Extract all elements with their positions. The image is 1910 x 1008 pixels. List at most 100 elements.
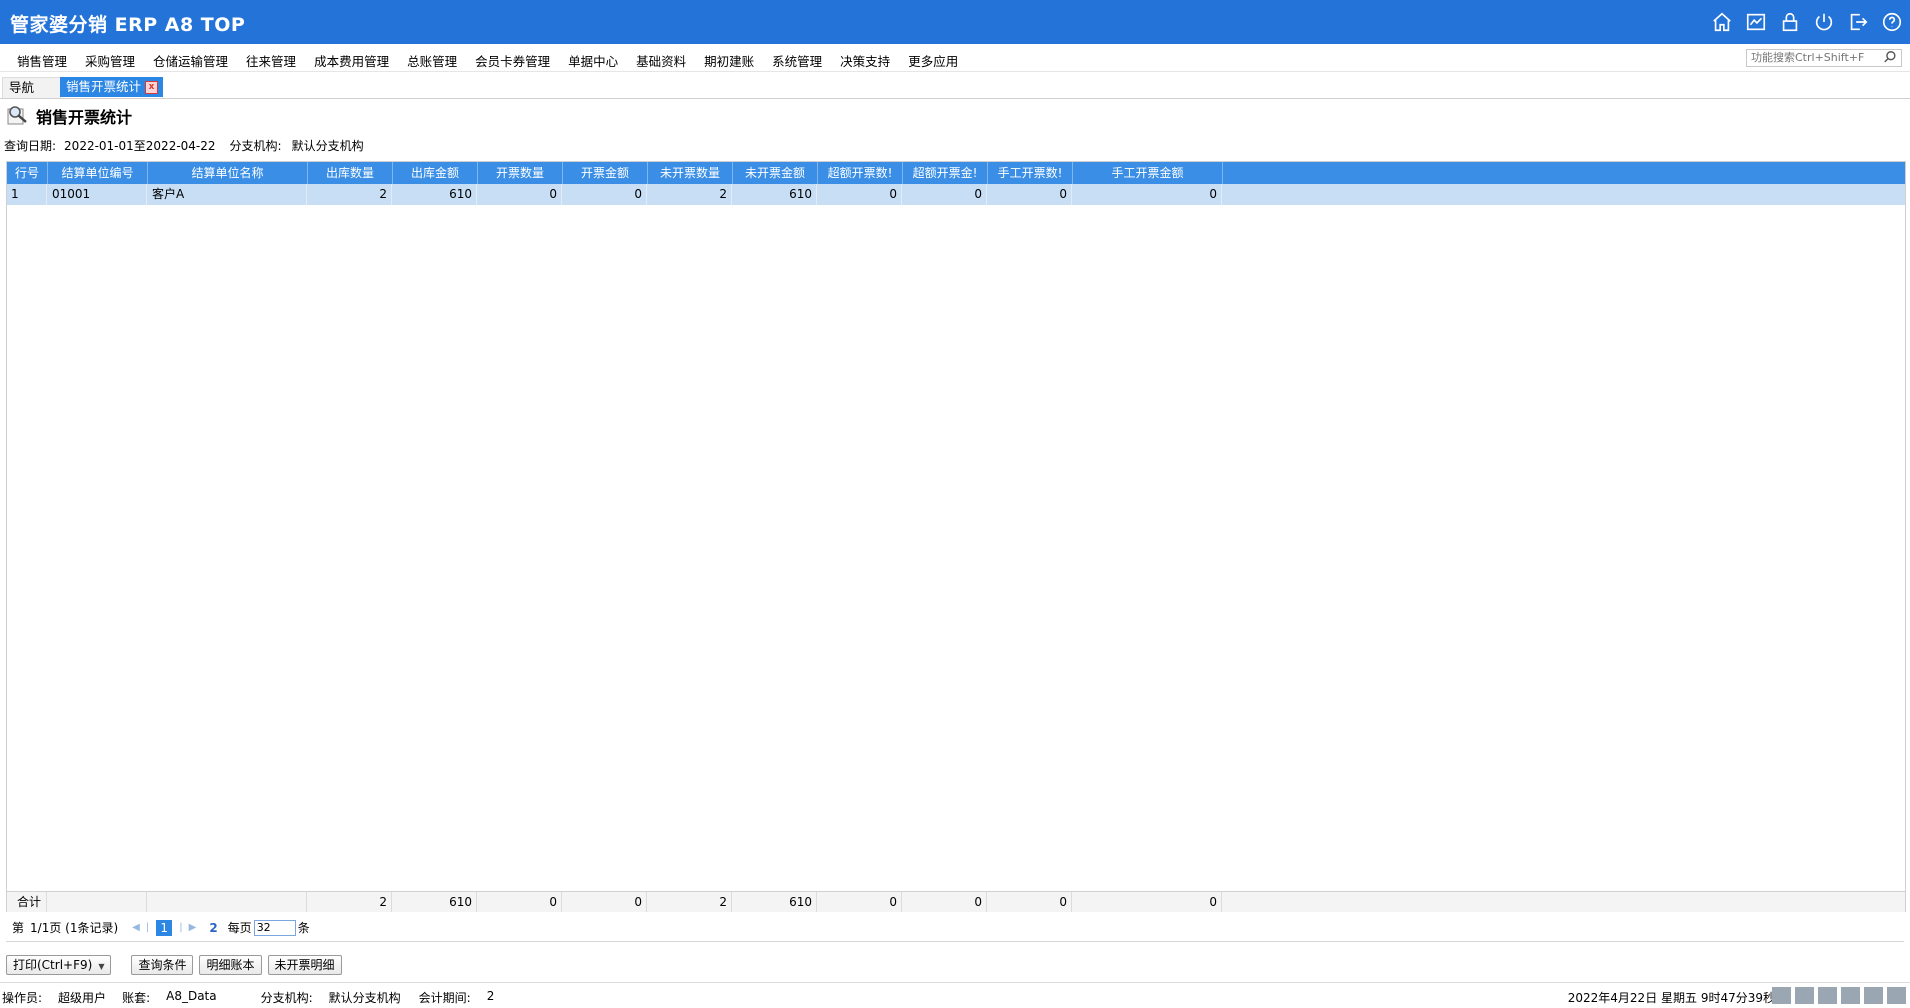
col-header-uninvoiced-amount[interactable]: 未开票金额 [733,162,818,184]
menu-documents[interactable]: 单据中心 [559,51,627,70]
grid-totals-row: 合计 2 610 0 0 2 610 0 0 0 0 [7,891,1905,912]
total-excess-amount: 0 [903,892,987,912]
menu-more[interactable]: 更多应用 [899,51,967,70]
total-out-qty: 2 [308,892,392,912]
query-summary: 查询日期: 2022-01-01至2022-04-22 分支机构: 默认分支机构 [4,137,364,154]
menu-system[interactable]: 系统管理 [763,51,831,70]
pager: 第 1/1页 (1条记录) ◀ | 1 | ▶ 2 每页 条 [6,911,1904,942]
datetime: 2022年4月22日 星期五 9时47分39秒 [1567,991,1775,1005]
menu-basic-data[interactable]: 基础资料 [627,51,695,70]
per-page-unit: 条 [297,921,310,935]
action-bar: 打印(Ctrl+F9) ▼ 查询条件 明细账本 未开票明细 [6,955,348,975]
col-header-row-no[interactable]: 行号 [7,162,48,184]
period-label: 会计期间: [418,991,471,1005]
menu-warehouse[interactable]: 仓储运输管理 [144,51,237,70]
tab-bar: 导航 销售开票统计 x [0,74,1910,99]
pager-separator: | [145,922,150,933]
cell-excess-qty: 0 [818,184,902,205]
total-invoice-qty: 0 [478,892,562,912]
grid-icon[interactable] [1841,987,1860,1004]
col-header-out-qty[interactable]: 出库数量 [308,162,393,184]
uninvoiced-detail-button[interactable]: 未开票明细 [267,955,342,975]
total-uninvoiced-amount: 610 [733,892,817,912]
close-icon[interactable]: x [145,81,159,94]
query-branch-label: 分支机构: [229,139,282,153]
main-menu-bar: 销售管理 采购管理 仓储运输管理 往来管理 成本费用管理 总账管理 会员卡券管理… [0,44,1910,72]
page-button-current[interactable]: 1 [156,919,173,936]
col-header-manual-qty[interactable]: 手工开票数! [988,162,1073,184]
query-branch-value: 默认分支机构 [291,139,364,153]
cell-unit-name: 客户A [148,184,307,205]
total-unit-code [48,892,147,912]
function-search-input[interactable] [1746,49,1902,67]
next-page-icon[interactable]: ▶ [189,922,197,933]
col-header-invoice-amount[interactable]: 开票金额 [563,162,648,184]
menu-ledger[interactable]: 总账管理 [398,51,466,70]
tab-label: 销售开票统计 [66,79,142,94]
search-icon[interactable] [1883,50,1899,66]
branch-label: 分支机构: [260,991,313,1005]
tab-sales-invoice-stats[interactable]: 销售开票统计 x [60,77,164,97]
total-manual-qty: 0 [988,892,1072,912]
cell-out-qty: 2 [308,184,392,205]
menu-sales[interactable]: 销售管理 [8,51,76,70]
menu-decision[interactable]: 决策支持 [831,51,899,70]
header-toolbar [1710,10,1904,34]
power-icon[interactable] [1812,10,1836,34]
cell-excess-amount: 0 [903,184,987,205]
total-label: 合计 [7,892,47,912]
account-label: 账套: [122,991,151,1005]
menu-accounts[interactable]: 往来管理 [237,51,305,70]
apps-icon[interactable] [1864,987,1883,1004]
menu-cost[interactable]: 成本费用管理 [305,51,398,70]
grid-header: 行号 结算单位编号 结算单位名称 出库数量 出库金额 开票数量 开票金额 未开票… [7,162,1905,184]
col-header-excess-amount[interactable]: 超额开票金! [903,162,988,184]
print-button-label: 打印(Ctrl+F9) [13,958,93,972]
chevron-down-icon[interactable]: ▼ [98,962,104,971]
total-uninvoiced-qty: 2 [648,892,732,912]
query-date-label: 查询日期: [4,139,57,153]
col-header-out-amount[interactable]: 出库金额 [393,162,478,184]
logout-icon[interactable] [1846,10,1870,34]
total-excess-qty: 0 [818,892,902,912]
total-unit-name [148,892,307,912]
help-icon[interactable] [1880,10,1904,34]
detail-ledger-button[interactable]: 明细账本 [199,955,262,975]
col-header-unit-name[interactable]: 结算单位名称 [148,162,308,184]
col-header-manual-amount[interactable]: 手工开票金额 [1073,162,1223,184]
menu-member[interactable]: 会员卡券管理 [466,51,559,70]
note-icon[interactable] [1818,987,1837,1004]
per-page-label: 每页 [227,921,252,935]
table-row[interactable]: 1 01001 客户A 2 610 0 0 2 610 0 0 0 0 [7,184,1905,205]
page-header: 销售开票统计 [6,104,132,128]
col-header-uninvoiced-qty[interactable]: 未开票数量 [648,162,733,184]
chart-icon[interactable] [1744,10,1768,34]
notepad-icon[interactable] [1795,987,1814,1004]
page-link[interactable]: 2 [209,921,217,935]
total-out-amount: 610 [393,892,477,912]
message-icon[interactable] [1772,987,1791,1004]
cell-invoice-qty: 0 [478,184,562,205]
home-small-icon[interactable] [1887,987,1906,1004]
app-title: 管家婆分销 ERP A8 TOP [10,14,246,36]
tab-navigation[interactable]: 导航 [2,77,61,98]
print-button[interactable]: 打印(Ctrl+F9) ▼ [6,955,112,975]
report-search-icon [6,104,30,129]
pager-info: 1/1页 (1条记录) [30,921,119,935]
pager-separator: | [179,922,183,933]
prev-page-icon[interactable]: ◀ [132,922,140,933]
col-header-invoice-qty[interactable]: 开票数量 [478,162,563,184]
col-header-unit-code[interactable]: 结算单位编号 [48,162,148,184]
lock-icon[interactable] [1778,10,1802,34]
cell-invoice-amount: 0 [563,184,647,205]
query-conditions-button[interactable]: 查询条件 [131,955,194,975]
per-page-input[interactable] [253,919,296,936]
period-value: 2 [486,989,495,1003]
pager-prefix: 第 [12,921,25,935]
menu-opening[interactable]: 期初建账 [695,51,763,70]
home-icon[interactable] [1710,10,1734,34]
operator-label: 操作员: [2,991,43,1005]
cell-manual-qty: 0 [988,184,1072,205]
menu-purchase[interactable]: 采购管理 [76,51,144,70]
col-header-excess-qty[interactable]: 超额开票数! [818,162,903,184]
